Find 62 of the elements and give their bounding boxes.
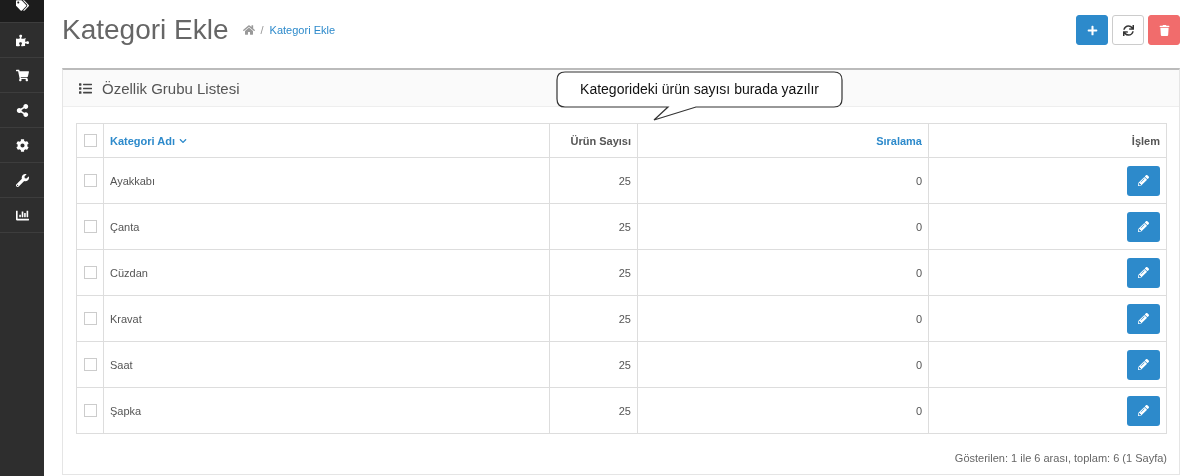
edit-button[interactable] <box>1127 349 1160 380</box>
chevron-down-icon <box>179 136 187 145</box>
table-cell: Cüzdan <box>103 249 550 296</box>
table-cell: 25 <box>549 249 638 296</box>
row-checkbox[interactable] <box>83 220 97 234</box>
table-cell: 25 <box>549 203 638 250</box>
plus-icon <box>1086 24 1098 36</box>
pagination-summary: Gösterilen: 1 ile 6 arası, toplam: 6 (1 Sayfa) <box>953 452 1167 464</box>
table-cell: Çanta <box>103 203 550 250</box>
select-all-checkbox[interactable] <box>83 134 97 148</box>
table-cell: 0 <box>637 249 929 296</box>
table-cell: 0 <box>637 203 929 250</box>
table-cell: 25 <box>549 157 638 204</box>
panel-title: Özellik Grubu Listesi <box>102 79 240 97</box>
table-cell: 0 <box>637 341 929 388</box>
pencil-icon <box>1138 267 1149 278</box>
edit-button[interactable] <box>1127 395 1160 426</box>
settings-icon <box>15 138 29 152</box>
table-cell: 0 <box>637 157 929 204</box>
column-sort-link[interactable]: Kategori Adı <box>103 123 550 158</box>
table-cell: 25 <box>549 341 638 388</box>
row-checkbox[interactable] <box>83 358 97 372</box>
table-cell: 0 <box>637 387 929 434</box>
callout-text: Kategorideki ürün sayısı burada yazılır <box>579 81 820 97</box>
add-button[interactable] <box>1076 15 1108 45</box>
breadcrumb-separator: / <box>260 24 264 36</box>
refresh-icon <box>1122 24 1134 36</box>
row-checkbox[interactable] <box>83 266 97 280</box>
column-header: İşlem <box>928 123 1167 158</box>
pencil-icon <box>1138 359 1149 370</box>
cart-icon <box>15 68 29 82</box>
share-icon <box>15 103 29 117</box>
table-cell: 25 <box>549 387 638 434</box>
column-header: Ürün Sayısı <box>549 123 638 158</box>
column-sort-link[interactable]: Sıralama <box>637 123 929 158</box>
page-title: Kategori Ekle <box>62 14 229 46</box>
table-cell: 0 <box>637 295 929 342</box>
wrench-icon <box>15 173 29 187</box>
row-checkbox[interactable] <box>83 312 97 326</box>
edit-button[interactable] <box>1127 211 1160 242</box>
breadcrumb-link[interactable]: Kategori Ekle <box>269 24 336 36</box>
table-cell: 25 <box>549 295 638 342</box>
tags-icon <box>15 0 29 12</box>
bar-chart-icon <box>15 208 29 222</box>
edit-button[interactable] <box>1127 303 1160 334</box>
row-checkbox[interactable] <box>83 404 97 418</box>
pencil-icon <box>1138 405 1149 416</box>
pencil-icon <box>1138 313 1149 324</box>
trash-icon <box>1158 24 1170 36</box>
list-icon <box>79 81 92 95</box>
refresh-button[interactable] <box>1112 15 1144 45</box>
table-cell: Kravat <box>103 295 550 342</box>
puzzle-icon <box>15 33 29 47</box>
pencil-icon <box>1138 175 1149 186</box>
table-cell: Ayakkabı <box>103 157 550 204</box>
row-checkbox[interactable] <box>83 174 97 188</box>
edit-button[interactable] <box>1127 257 1160 288</box>
table-cell: Şapka <box>103 387 550 434</box>
table-cell: Saat <box>103 341 550 388</box>
pencil-icon <box>1138 221 1149 232</box>
edit-button[interactable] <box>1127 165 1160 196</box>
home-icon[interactable] <box>242 24 255 36</box>
